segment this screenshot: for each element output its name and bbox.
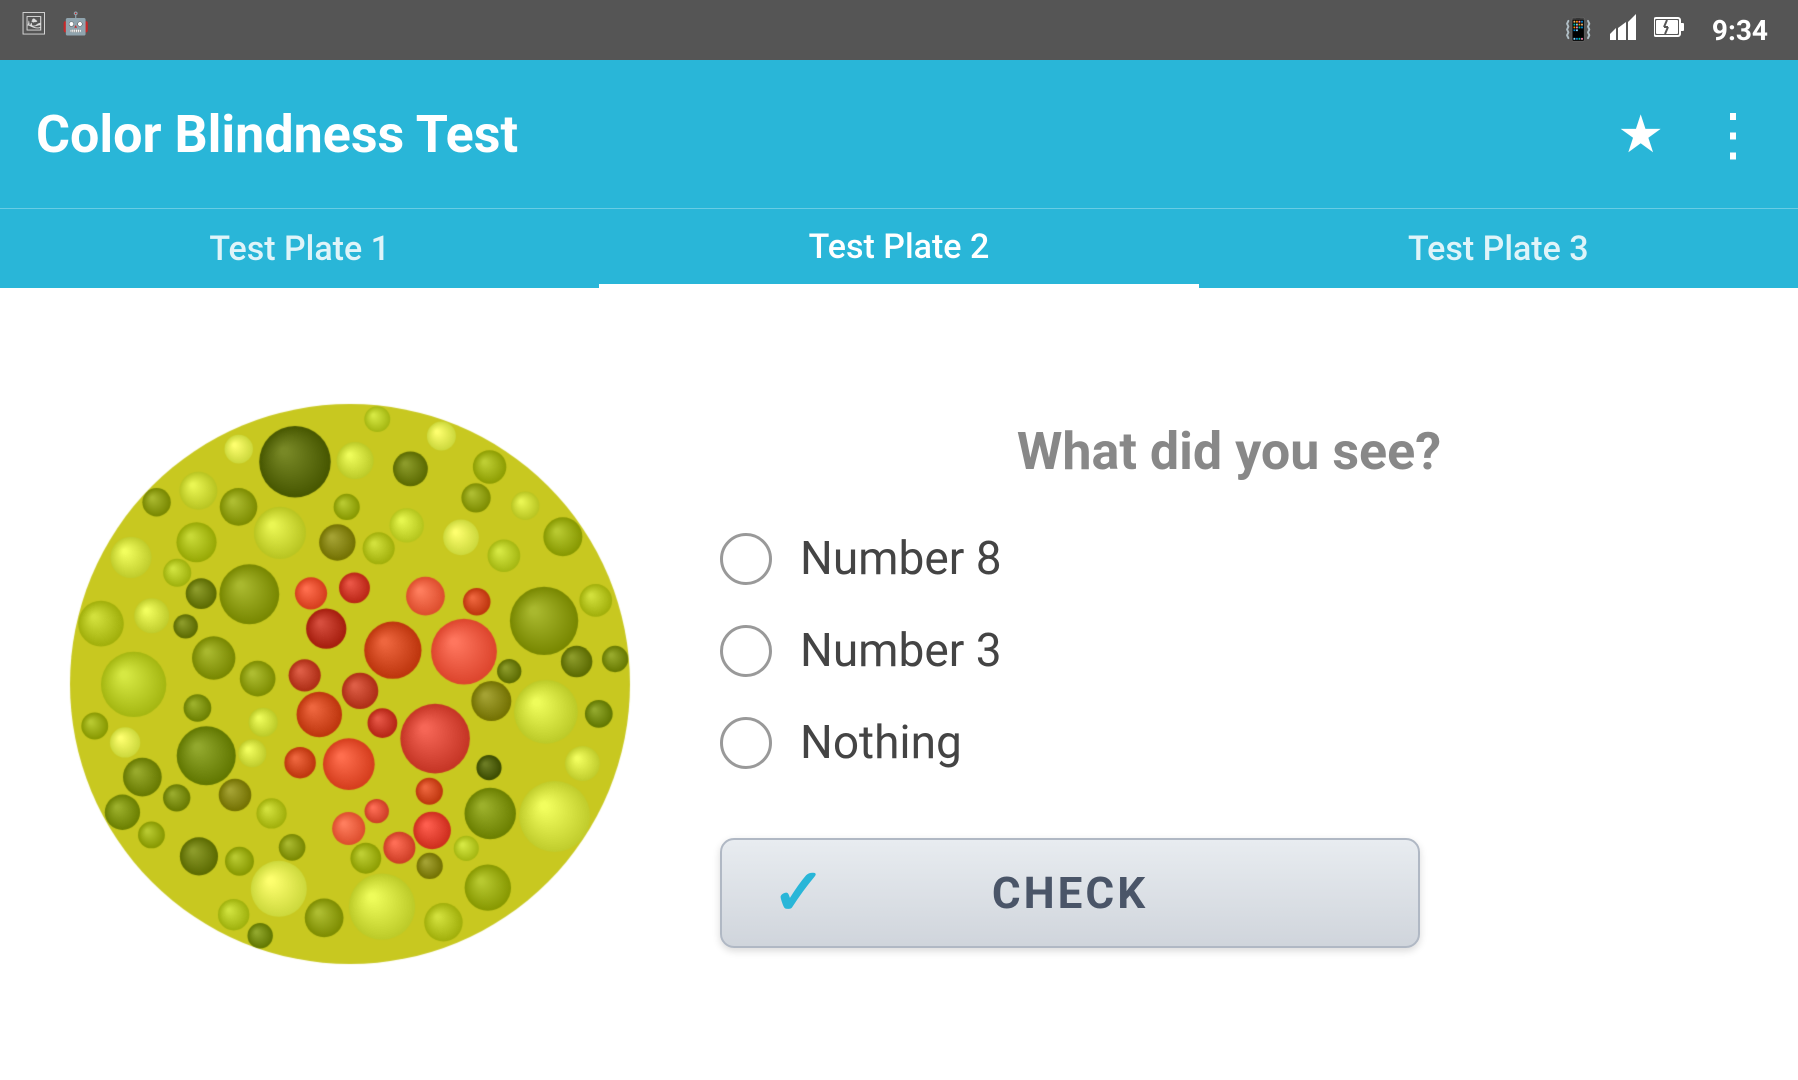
status-time: 9:34 [1712, 14, 1768, 47]
app-title: Color Blindness Test [36, 104, 1617, 165]
option-number-3[interactable]: Number 3 [720, 624, 1002, 678]
ishihara-plate [60, 394, 640, 974]
tab-plate-2[interactable]: Test Plate 2 [599, 209, 1198, 288]
tab-plate-1[interactable]: Test Plate 1 [0, 209, 599, 288]
app-bar: Color Blindness Test ★ ⋮ [0, 60, 1798, 208]
label-nothing: Nothing [800, 716, 962, 770]
option-number-8[interactable]: Number 8 [720, 532, 1002, 586]
check-checkmark-icon: ✓ [772, 855, 826, 930]
ishihara-plate-container [60, 394, 640, 974]
radio-number-3[interactable] [720, 625, 772, 677]
photo-icon: 🖼 [20, 12, 48, 37]
status-bar: 🖼 🤖 📳 9:34 [0, 0, 1798, 60]
check-button[interactable]: ✓ CHECK [720, 838, 1420, 948]
app-bar-actions: ★ ⋮ [1617, 100, 1762, 169]
label-number-8: Number 8 [800, 532, 1002, 586]
battery-icon [1654, 16, 1684, 44]
status-left-icons: 🖼 🤖 [20, 12, 89, 37]
option-nothing[interactable]: Nothing [720, 716, 962, 770]
android-icon: 🤖 [62, 12, 89, 37]
more-menu-icon[interactable]: ⋮ [1704, 100, 1762, 169]
main-content: What did you see? Number 8 Number 3 Noth… [0, 288, 1798, 1080]
question-text: What did you see? [1017, 421, 1441, 482]
tab-bar: Test Plate 1 Test Plate 2 Test Plate 3 [0, 208, 1798, 288]
label-number-3: Number 3 [800, 624, 1002, 678]
tab-plate-3[interactable]: Test Plate 3 [1199, 209, 1798, 288]
favorite-icon[interactable]: ★ [1617, 104, 1664, 165]
radio-number-8[interactable] [720, 533, 772, 585]
radio-nothing[interactable] [720, 717, 772, 769]
vibrate-icon: 📳 [1565, 18, 1592, 43]
check-label: CHECK [992, 867, 1148, 919]
quiz-panel: What did you see? Number 8 Number 3 Noth… [640, 421, 1738, 948]
signal-icon [1610, 14, 1636, 46]
